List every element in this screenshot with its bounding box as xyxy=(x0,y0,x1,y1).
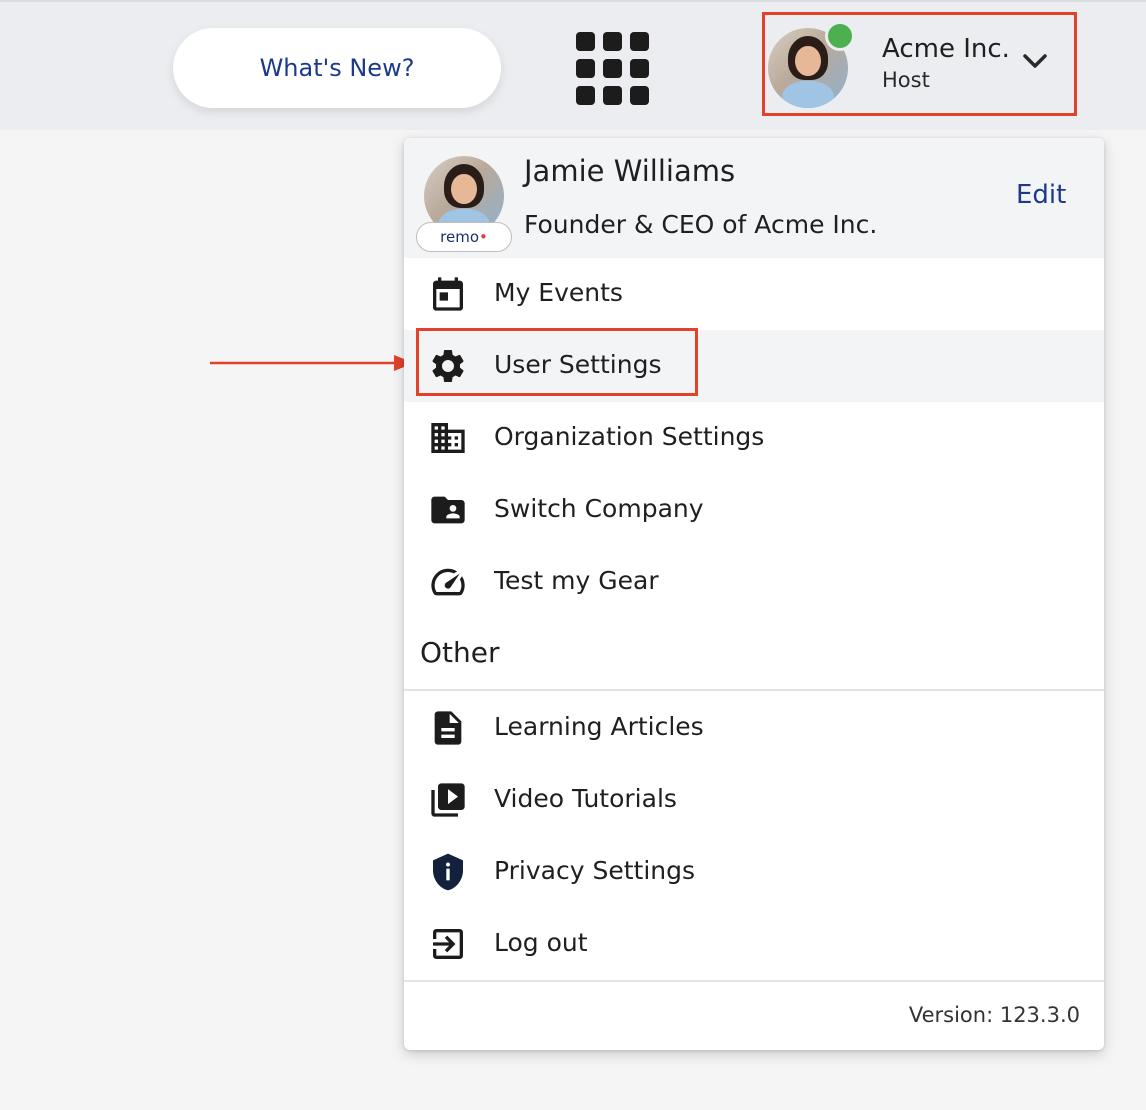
speedometer-icon xyxy=(426,560,470,604)
menu-item-label: Log out xyxy=(494,928,588,957)
top-bar: What's New? Acme Inc. Host xyxy=(0,0,1146,130)
menu-item-label: Privacy Settings xyxy=(494,856,696,885)
menu-item-label: Video Tutorials xyxy=(494,784,677,813)
menu-item-label: Test my Gear xyxy=(494,566,659,595)
annotation-arrow xyxy=(210,355,414,371)
annotation-highlight-box xyxy=(416,328,698,396)
online-status-indicator xyxy=(825,21,855,51)
version-text: Version: 123.3.0 xyxy=(908,1003,1080,1027)
account-name: Acme Inc. xyxy=(882,34,1010,64)
section-title-other: Other xyxy=(420,636,500,669)
building-icon xyxy=(426,416,470,460)
apps-grid-icon[interactable] xyxy=(576,32,650,105)
menu-item-learning-articles[interactable]: Learning Articles xyxy=(404,692,1104,764)
logout-icon xyxy=(426,922,470,966)
remo-logo-badge: remo • xyxy=(416,222,512,252)
menu-item-label: My Events xyxy=(494,278,623,307)
menu-item-label: Switch Company xyxy=(494,494,704,523)
menu-item-label: Organization Settings xyxy=(494,422,765,451)
document-icon xyxy=(426,706,470,750)
edit-profile-link[interactable]: Edit xyxy=(1016,180,1066,210)
folder-user-icon xyxy=(426,488,470,532)
profile-header: remo • Jamie Williams Founder & CEO of Ac… xyxy=(404,138,1104,258)
menu-item-label: Learning Articles xyxy=(494,712,704,741)
menu-item-log-out[interactable]: Log out xyxy=(404,908,1104,980)
account-role: Host xyxy=(882,68,930,92)
menu-item-switch-company[interactable]: Switch Company xyxy=(404,474,1104,546)
divider xyxy=(404,689,1104,691)
menu-item-test-my-gear[interactable]: Test my Gear xyxy=(404,546,1104,618)
account-dropdown-menu: remo • Jamie Williams Founder & CEO of Ac… xyxy=(404,138,1104,1050)
menu-item-video-tutorials[interactable]: Video Tutorials xyxy=(404,764,1104,836)
chevron-down-icon[interactable] xyxy=(1022,52,1048,72)
profile-title: Founder & CEO of Acme Inc. xyxy=(524,210,878,239)
menu-item-my-events[interactable]: My Events xyxy=(404,258,1104,330)
shield-info-icon xyxy=(426,850,470,894)
profile-name: Jamie Williams xyxy=(524,154,736,188)
menu-item-privacy-settings[interactable]: Privacy Settings xyxy=(404,836,1104,908)
video-library-icon xyxy=(426,778,470,822)
divider xyxy=(404,980,1104,982)
whats-new-button[interactable]: What's New? xyxy=(173,28,501,108)
menu-item-organization-settings[interactable]: Organization Settings xyxy=(404,402,1104,474)
calendar-icon xyxy=(426,272,470,316)
